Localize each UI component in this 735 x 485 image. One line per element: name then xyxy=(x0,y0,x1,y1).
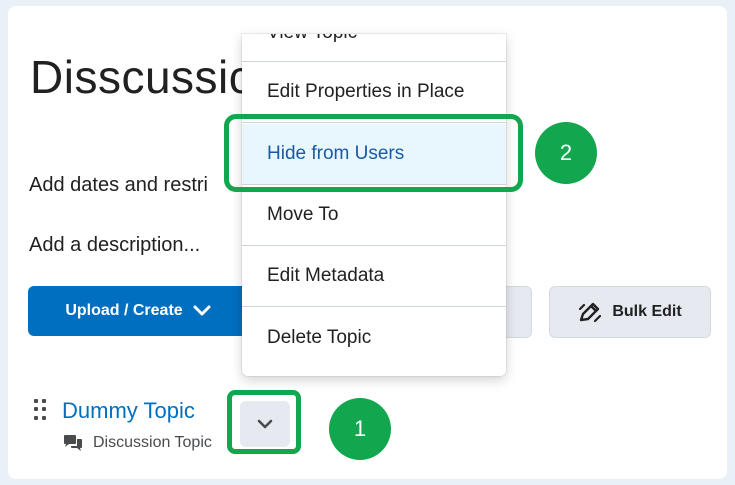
menu-item-edit-metadata[interactable]: Edit Metadata xyxy=(242,246,506,307)
page-title: Disscussic xyxy=(30,51,253,103)
upload-create-label: Upload / Create xyxy=(65,302,183,319)
context-menu: View Topic Edit Properties in Place Hide… xyxy=(242,34,506,376)
menu-item-view-topic[interactable]: View Topic xyxy=(242,34,506,62)
step-2-highlight xyxy=(224,114,523,192)
upload-create-button[interactable]: Upload / Create xyxy=(28,286,248,336)
bulk-edit-label: Bulk Edit xyxy=(612,303,682,320)
add-description-link[interactable]: Add a description... xyxy=(29,234,200,257)
menu-item-move-to[interactable]: Move To xyxy=(242,185,506,246)
step-2-badge: 2 xyxy=(535,122,597,184)
step-1-highlight xyxy=(227,390,301,454)
add-dates-link[interactable]: Add dates and restri xyxy=(29,174,208,197)
toolbar-button-partial[interactable] xyxy=(503,286,532,338)
step-1-badge: 1 xyxy=(329,398,391,460)
menu-item-delete-topic[interactable]: Delete Topic xyxy=(242,307,506,368)
drag-handle-icon[interactable] xyxy=(34,399,46,421)
topic-type-row: Discussion Topic xyxy=(63,434,212,452)
chevron-down-icon xyxy=(193,305,211,316)
topic-type-label: Discussion Topic xyxy=(93,434,212,451)
topic-link[interactable]: Dummy Topic xyxy=(62,398,195,424)
content-panel: Disscussic Add dates and restri Add a de… xyxy=(8,6,727,479)
bulk-edit-button[interactable]: Bulk Edit xyxy=(549,286,711,338)
discussion-icon xyxy=(64,435,82,451)
pencil-icon xyxy=(579,302,602,323)
